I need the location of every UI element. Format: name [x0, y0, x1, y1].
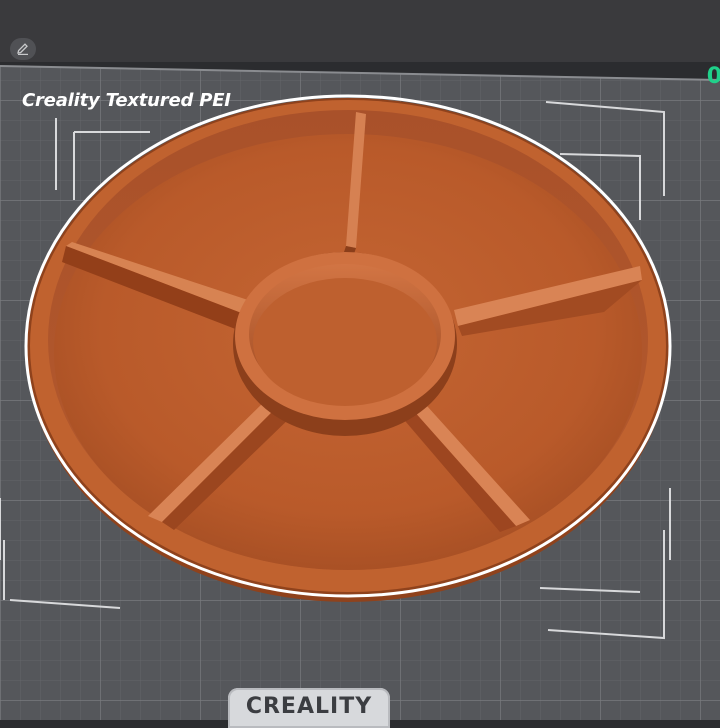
center-ring — [233, 252, 457, 436]
corner-readout: 0 — [706, 64, 720, 89]
tray-model[interactable] — [24, 94, 672, 602]
plate-type-label: Creality Textured PEI — [22, 90, 231, 111]
3d-viewport[interactable]: Creality Textured PEI CREALITY — [0, 0, 720, 728]
bed-brand-logo: CREALITY — [228, 688, 390, 728]
